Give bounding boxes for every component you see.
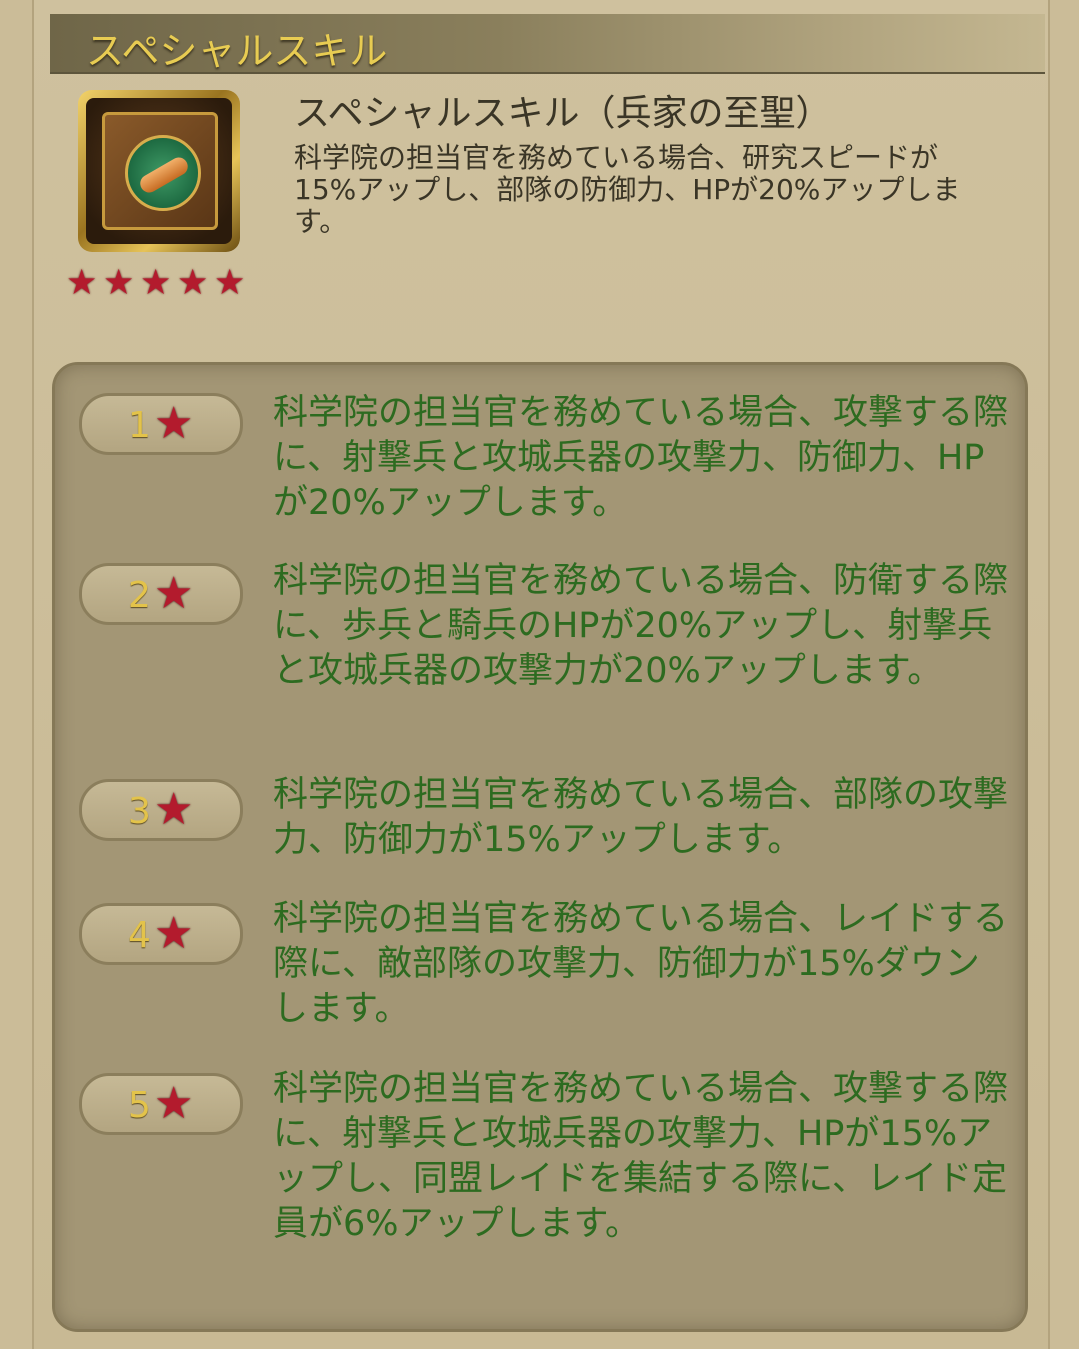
star-icon: ★ [154,1078,194,1129]
skill-icon[interactable] [78,90,240,252]
level-description: 科学院の担当官を務めている場合、攻撃する際に、射撃兵と攻城兵器の攻撃力、防御力、… [273,393,1009,523]
level-description: 科学院の担当官を務めている場合、レイドする際に、敵部隊の攻撃力、防御力が15%ダ… [273,899,1009,1029]
section-header: スペシャルスキル [50,14,1045,74]
star-icon: ★ [154,568,194,619]
level-description: 科学院の担当官を務めている場合、攻撃する際に、射撃兵と攻城兵器の攻撃力、HPが1… [273,1069,1009,1244]
star-icon: ★ [140,263,172,303]
star-icon: ★ [103,263,135,303]
skill-description: 科学院の担当官を務めている場合、研究スピードが15%アップし、部隊の防御力、HP… [294,141,961,238]
star-icon: ★ [66,263,98,303]
skill-name: スペシャルスキル（兵家の至聖） [294,93,832,134]
star-icon: ★ [214,263,246,303]
skill-stars: ★ ★ ★ ★ ★ [66,266,249,301]
level-number: 5 [128,1085,151,1126]
star-icon: ★ [154,398,194,449]
section-title: スペシャルスキル [86,29,388,73]
level-badge: 3 ★ [79,779,243,841]
level-badge: 5 ★ [79,1073,243,1135]
level-badge: 4 ★ [79,903,243,965]
star-icon: ★ [154,784,194,835]
level-badge: 1 ★ [79,393,243,455]
level-description: 科学院の担当官を務めている場合、部隊の攻撃力、防御力が15%アップします。 [273,775,1009,860]
level-badge: 2 ★ [79,563,243,625]
star-icon: ★ [177,263,209,303]
level-number: 1 [128,405,151,446]
star-icon: ★ [154,908,194,959]
level-description: 科学院の担当官を務めている場合、防衛する際に、歩兵と騎兵のHPが20%アップし、… [273,561,1009,691]
level-number: 4 [128,915,151,956]
book-scroll-icon [86,98,232,244]
skill-levels-list: 1 ★ 科学院の担当官を務めている場合、攻撃する際に、射撃兵と攻城兵器の攻撃力、… [52,362,1028,1332]
level-number: 3 [128,791,151,832]
level-number: 2 [128,575,151,616]
